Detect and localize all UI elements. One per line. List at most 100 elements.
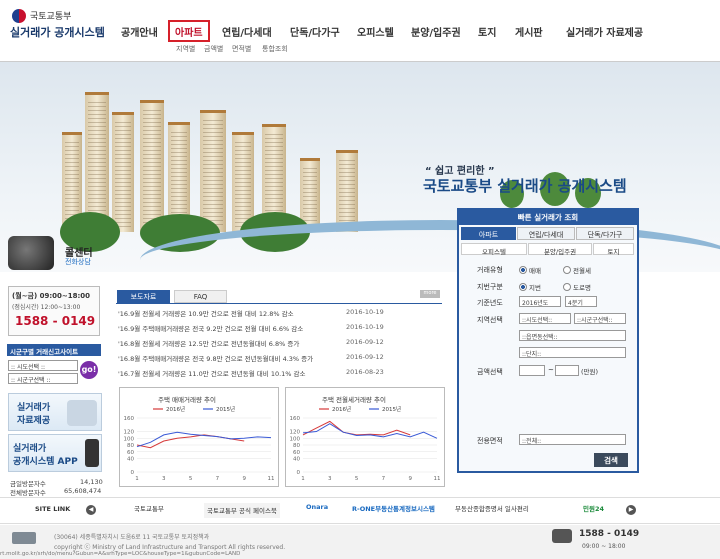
- nav-item-detached[interactable]: 단독/다가구: [290, 24, 340, 40]
- x-tick-label: 11: [268, 476, 275, 482]
- callcenter-lunch: (점심시간) 12:00~13:00: [12, 304, 81, 311]
- addr-type-road-radio[interactable]: 도로명: [563, 282, 591, 292]
- government-logo-icon: [12, 532, 36, 544]
- price-min-input[interactable]: [519, 365, 545, 376]
- go-button[interactable]: go!: [80, 361, 98, 379]
- region-label: 지역선택: [477, 316, 503, 324]
- news-item[interactable]: '16.8월 전월세 거래량은 12.5만 건으로 전년동월대비 6.8% 증가: [118, 338, 299, 348]
- site-link-minwon24[interactable]: 민원24: [583, 503, 604, 518]
- site-link-rone[interactable]: R-ONE부동산통계정보시스템: [352, 503, 435, 518]
- apartment-building-image: [200, 110, 226, 232]
- footer-hours: 09:00 ~ 18:00: [582, 543, 626, 550]
- news-more-button[interactable]: more: [420, 290, 440, 298]
- region-sido-select[interactable]: ::시도선택::: [519, 313, 571, 324]
- year-label: 기준년도: [477, 299, 503, 307]
- area-search-title: 시군구별 거래신고사이트: [7, 344, 101, 356]
- status-url: rt.molit.go.kr/srh/do/menu?Gubun=A&srhTy…: [0, 551, 241, 557]
- data-provision-banner[interactable]: 실거래가 자료제공: [8, 393, 102, 431]
- region-danji-select[interactable]: ::단지::: [519, 347, 626, 358]
- nav-item-rowhouse[interactable]: 연립/다세대: [222, 24, 272, 40]
- nav-item-guide[interactable]: 공개안내: [121, 24, 158, 40]
- price-label: 금액선택: [477, 368, 503, 376]
- search-tab-detached[interactable]: 단독/다가구: [576, 227, 634, 240]
- tab-press-release[interactable]: 보도자료: [117, 290, 170, 303]
- news-item[interactable]: '16.7월 전월세 거래량은 11.0만 건으로 전년동월 대비 10.1% …: [118, 368, 306, 378]
- search-subtab-land[interactable]: 토지: [593, 243, 634, 256]
- y-tick-label: 40: [293, 457, 300, 463]
- y-tick-label: 160: [290, 416, 301, 422]
- region-dong-select[interactable]: ::읍면동선택::: [519, 330, 626, 341]
- subnav-item-area[interactable]: 면적별: [232, 44, 251, 54]
- quick-search-title: 빠른 실거래가 조회: [457, 208, 639, 225]
- deal-type-label: 거래유형: [477, 266, 503, 274]
- sales-volume-chart: 0 406080100120 160 1 3 5 7 9 11 2016년 2015년: [124, 405, 275, 482]
- subnav-item-price[interactable]: 금액별: [204, 44, 223, 54]
- region-sigungu-select[interactable]: ::시군구선택::: [574, 313, 626, 324]
- nav-item-data-provision[interactable]: 실거래가 자료제공: [566, 24, 643, 40]
- sido-select[interactable]: :: 시도선택 ::: [8, 360, 78, 371]
- system-logo-text[interactable]: 실거래가 공개시스템: [10, 24, 105, 40]
- addr-type-jibun-radio[interactable]: 지번: [519, 282, 541, 292]
- phone-icon: [8, 236, 54, 270]
- area-label: 전용면적: [477, 437, 503, 445]
- news-date: 2016-08-23: [346, 368, 384, 376]
- x-tick-label: 7: [216, 476, 220, 482]
- nav-item-presale[interactable]: 분양/입주권: [411, 24, 461, 40]
- ministry-logo-text[interactable]: 국토교통부: [30, 9, 71, 22]
- search-subtab-officetel[interactable]: 오피스텔: [461, 243, 527, 256]
- deal-type-sale-radio[interactable]: 매매: [519, 265, 541, 275]
- news-item[interactable]: '16.9월 주택매매거래량은 전국 9.2만 건으로 전월 대비 6.6% 감…: [118, 323, 303, 333]
- nav-item-officetel[interactable]: 오피스텔: [357, 24, 394, 40]
- site-link-next-icon[interactable]: ▶: [626, 505, 636, 515]
- x-tick-label: 1: [135, 476, 139, 482]
- year-select[interactable]: 2016년도: [519, 296, 561, 307]
- news-item[interactable]: '16.8월 주택매매거래량은 전국 9.8만 건으로 전년동월대비 4.3% …: [118, 353, 313, 363]
- news-date: 2016-09-12: [346, 338, 384, 346]
- y-tick-label: 160: [124, 416, 135, 422]
- y-tick-label: 120: [124, 430, 135, 436]
- footer-address: (30064) 세종특별자치시 도움6로 11 국토교통부 토지정책과: [54, 534, 210, 541]
- sigungu-select[interactable]: :: 시군구선택 ::: [8, 373, 78, 384]
- site-link-molit[interactable]: 국토교통부: [134, 503, 164, 518]
- apartment-building-image: [140, 100, 164, 232]
- apartment-building-image: [336, 150, 358, 232]
- site-link-ilsapyeonri[interactable]: 부동산종합증명서 일사편리: [455, 503, 529, 518]
- phone-icon: [552, 529, 572, 543]
- tab-faq[interactable]: FAQ: [174, 290, 227, 303]
- app-banner[interactable]: 실거래가 공개시스템 APP: [8, 434, 102, 472]
- nav-item-land[interactable]: 토지: [478, 24, 496, 40]
- series-line: [302, 423, 438, 439]
- quarter-select[interactable]: 4분기: [565, 296, 597, 307]
- area-select[interactable]: ::전체::: [519, 434, 626, 445]
- nav-item-apartment[interactable]: 아파트: [168, 20, 210, 42]
- search-tab-rowhouse[interactable]: 연립/다세대: [517, 227, 575, 240]
- callcenter-phone: 1588 - 0149: [15, 314, 96, 328]
- news-date: 2016-09-12: [346, 353, 384, 361]
- site-link-prev-icon[interactable]: ◀: [86, 505, 96, 515]
- search-subtab-presale[interactable]: 분양/입주권: [528, 243, 592, 256]
- apartment-building-image: [112, 112, 134, 232]
- news-date: 2016-10-19: [346, 323, 384, 331]
- y-tick-label: 0: [297, 470, 301, 476]
- y-tick-label: 80: [293, 443, 300, 449]
- government-emblem-icon[interactable]: [12, 9, 26, 23]
- subnav-item-integrated[interactable]: 통합조회: [262, 44, 288, 54]
- price-max-input[interactable]: [555, 365, 579, 376]
- x-tick-label: 3: [328, 476, 332, 482]
- search-button[interactable]: 검색: [594, 453, 628, 467]
- price-separator: ~: [548, 366, 554, 374]
- site-link-onara[interactable]: Onara: [306, 503, 328, 518]
- y-tick-label: 100: [124, 436, 135, 442]
- smartphone-icon: [85, 439, 99, 467]
- news-date: 2016-10-19: [346, 308, 384, 316]
- search-tab-apartment[interactable]: 아파트: [461, 227, 516, 240]
- x-tick-label: 9: [242, 476, 246, 482]
- subnav-item-region[interactable]: 지역별: [176, 44, 195, 54]
- deal-type-rent-radio[interactable]: 전월세: [563, 265, 591, 275]
- x-tick-label: 9: [408, 476, 412, 482]
- site-link-facebook[interactable]: 국토교통부 공식 페이스북: [204, 503, 280, 518]
- nav-item-board[interactable]: 게시판: [515, 24, 543, 40]
- printer-icon: [67, 400, 97, 426]
- footer-phone: 1588 - 0149: [579, 529, 640, 539]
- news-item[interactable]: '16.9월 전월세 거래량은 10.9만 건으로 전월 대비 12.8% 감소: [118, 308, 294, 318]
